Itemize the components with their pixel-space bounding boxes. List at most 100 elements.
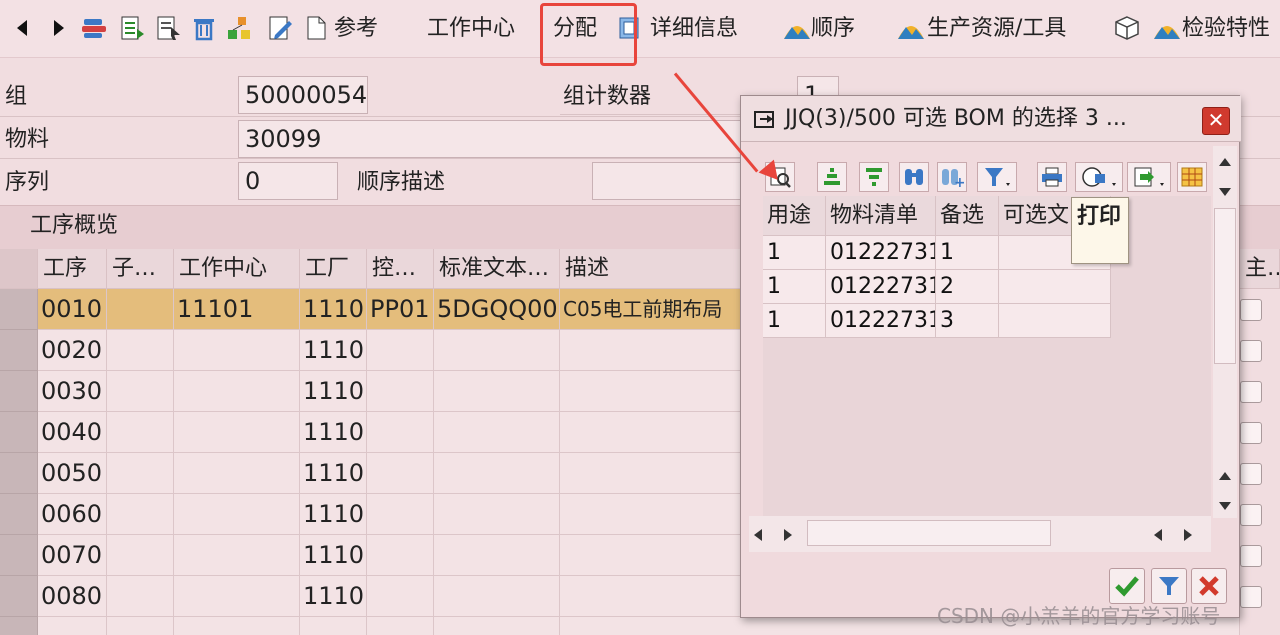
column-header[interactable]: 标准文本… [434,249,560,289]
cell-sub[interactable] [107,494,174,535]
find-next-icon[interactable]: + [937,162,967,192]
cube-icon[interactable] [1113,14,1141,42]
column-header[interactable]: 物料清单 [826,196,936,236]
row-selector[interactable] [0,535,38,576]
sequence-button[interactable]: 顺序 [811,14,855,44]
dialog-titlebar[interactable]: JJQ(3)/500 可选 BOM 的选择 3 ... ✕ [741,96,1241,142]
cell-std-text[interactable] [434,576,560,617]
cell-operation[interactable]: 0050 [38,453,107,494]
layout-grid-icon[interactable] [1177,162,1207,192]
views-icon[interactable] [1075,162,1123,192]
cell-std-text[interactable] [434,535,560,576]
column-header[interactable]: 工厂 [300,249,367,289]
cell-bom[interactable]: 01222731 [826,236,936,270]
row-checkbox[interactable] [1240,586,1262,608]
cell-operation[interactable]: 0070 [38,535,107,576]
scroll-left-icon[interactable] [1153,527,1163,546]
group-field[interactable]: 50000054 [238,76,368,114]
row-selector[interactable] [0,494,38,535]
cell-control[interactable] [367,494,434,535]
document-list-icon[interactable] [118,14,146,42]
row-selector[interactable] [0,453,38,494]
cell-operation[interactable] [38,617,107,635]
cell-std-text[interactable]: 5DGQQ00 [434,289,560,330]
cell-workcenter[interactable]: 11101 [174,289,300,330]
cell-workcenter[interactable] [174,453,300,494]
cell-alternative[interactable]: 1 [936,236,999,270]
cell-sub[interactable] [107,412,174,453]
cell-std-text[interactable] [434,617,560,635]
column-header[interactable]: 子… [107,249,174,289]
cell-std-text[interactable] [434,330,560,371]
cell-plant[interactable]: 1110 [300,494,367,535]
cell-plant[interactable]: 1110 [300,535,367,576]
edit-document-icon[interactable] [266,14,294,42]
row-checkbox[interactable] [1240,422,1262,444]
cell-control[interactable]: PP01 [367,289,434,330]
cell-std-text[interactable] [434,494,560,535]
scroll-left-icon[interactable] [753,527,763,546]
cell-workcenter[interactable] [174,617,300,635]
cell-plant[interactable]: 1110 [300,289,367,330]
column-header[interactable]: 主… [1240,249,1280,289]
cell-control[interactable] [367,371,434,412]
cell-sub[interactable] [107,289,174,330]
cell-sub[interactable] [107,576,174,617]
column-header[interactable]: 工作中心 [174,249,300,289]
mountain-icon[interactable] [1152,14,1180,42]
row-checkbox[interactable] [1240,340,1262,362]
trash-icon[interactable] [190,14,218,42]
cell-alternative[interactable]: 3 [936,304,999,338]
cell-control[interactable] [367,617,434,635]
arrow-right-icon[interactable] [45,14,73,42]
horizontal-scrollbar[interactable] [749,516,1211,552]
reference-button[interactable]: 参考 [334,14,378,44]
row-checkbox[interactable] [1240,381,1262,403]
cell-std-text[interactable] [434,412,560,453]
cell-workcenter[interactable] [174,576,300,617]
cell-std-text[interactable] [434,371,560,412]
scroll-right-icon[interactable] [1183,527,1193,546]
filter-icon[interactable] [977,162,1017,192]
vertical-scrollbar[interactable] [1213,146,1237,518]
find-icon[interactable] [899,162,929,192]
column-header[interactable]: 控… [367,249,434,289]
cell-control[interactable] [367,535,434,576]
column-header[interactable]: 用途 [763,196,826,236]
cell-bom[interactable]: 01222731 [826,270,936,304]
mountain-icon[interactable] [896,14,924,42]
row-selector[interactable] [0,617,38,635]
cell-control[interactable] [367,453,434,494]
scroll-up-icon[interactable] [1218,466,1232,485]
sort-descending-icon[interactable] [859,162,889,192]
workcenter-button[interactable]: 工作中心 [427,14,515,44]
arrow-left-icon[interactable] [8,14,36,42]
detail-button[interactable]: 详细信息 [650,14,738,44]
scroll-up-icon[interactable] [1218,152,1232,171]
cell-workcenter[interactable] [174,535,300,576]
cell-sub[interactable] [107,371,174,412]
cell-bom[interactable]: 01222731 [826,304,936,338]
stack-icon[interactable] [80,14,108,42]
scroll-down-icon[interactable] [1218,182,1232,201]
inspection-button[interactable]: 检验特性 [1182,14,1270,44]
scroll-thumb[interactable] [1214,208,1236,364]
cell-plant[interactable]: 1110 [300,576,367,617]
close-icon[interactable]: ✕ [1202,107,1230,135]
cell-control[interactable] [367,330,434,371]
seq-desc-field[interactable] [592,162,752,200]
row-selector[interactable] [0,371,38,412]
cell-sub[interactable] [107,535,174,576]
row-selector[interactable] [0,289,38,330]
cell-workcenter[interactable] [174,412,300,453]
cell-operation[interactable]: 0040 [38,412,107,453]
cell-usage[interactable]: 1 [763,236,826,270]
cell-plant[interactable]: 1110 [300,412,367,453]
row-checkbox[interactable] [1240,504,1262,526]
prt-button[interactable]: 生产资源/工具 [927,14,1066,44]
cell-operation[interactable]: 0080 [38,576,107,617]
cell-plant[interactable] [300,617,367,635]
cell-std-text[interactable] [434,453,560,494]
row-selector[interactable] [0,330,38,371]
cell-control[interactable] [367,412,434,453]
